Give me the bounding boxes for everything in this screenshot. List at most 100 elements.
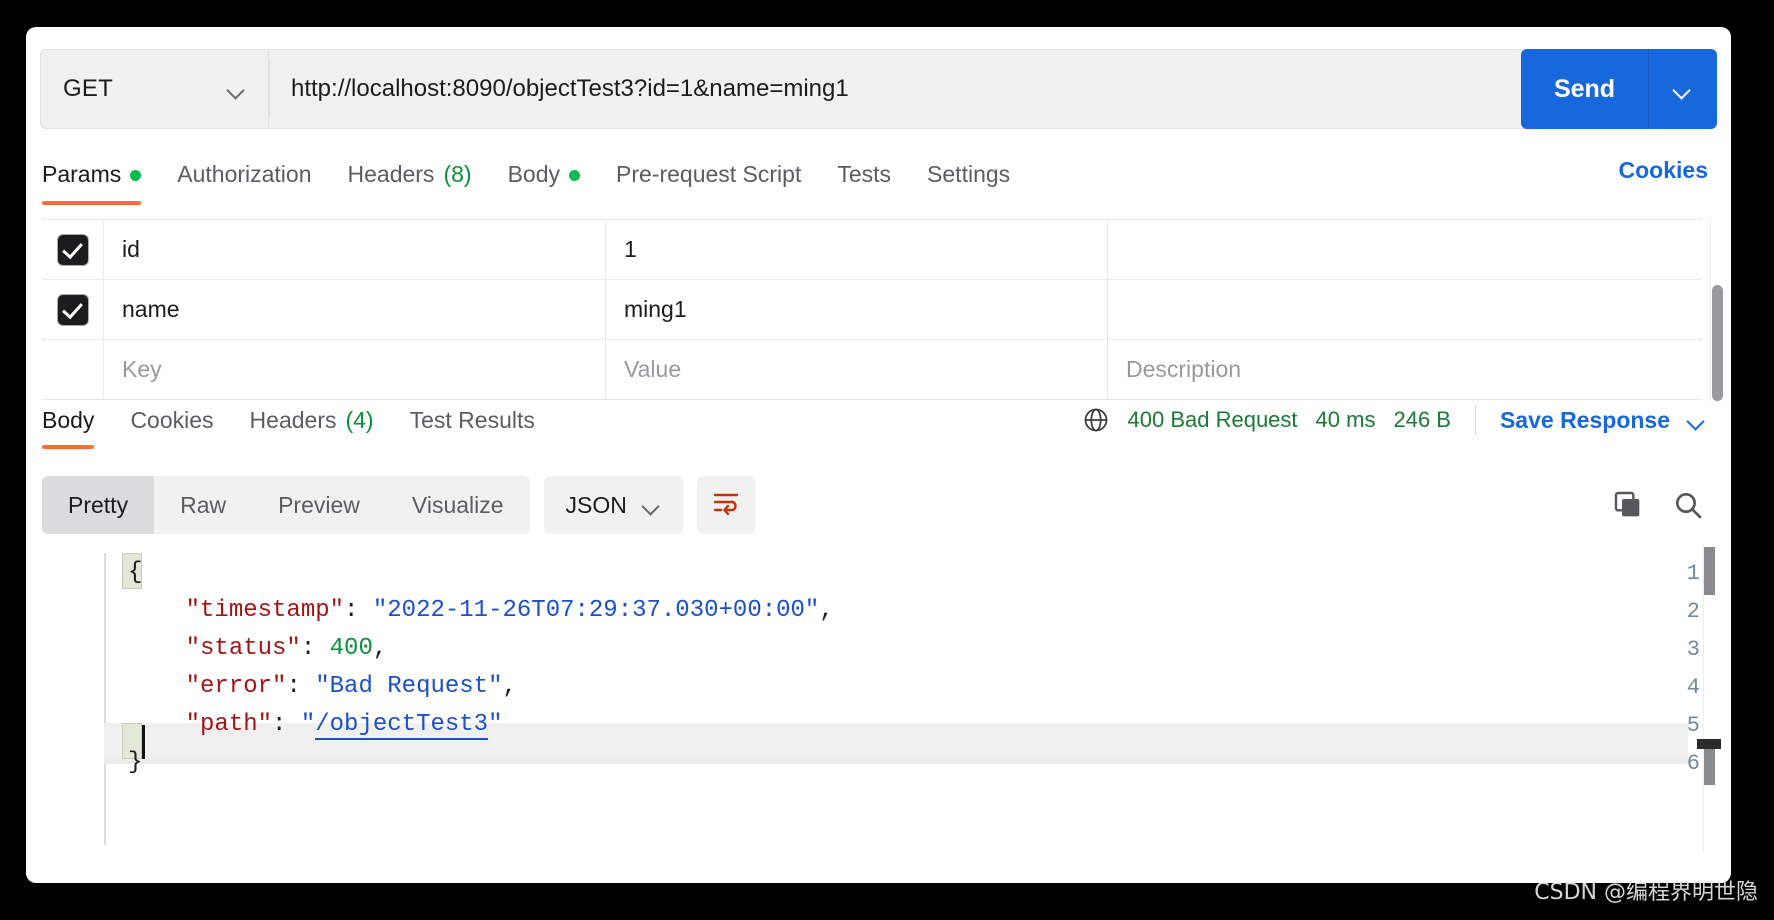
code-token: , (502, 673, 516, 700)
code-token: " (488, 711, 502, 738)
tab-body[interactable]: Body (490, 157, 598, 213)
tab-authorization[interactable]: Authorization (159, 157, 329, 213)
code-token: { (128, 559, 142, 586)
code-token: : (286, 673, 315, 700)
response-tab-test-results-label: Test Results (410, 407, 535, 434)
param-key-cell[interactable]: name (104, 280, 606, 339)
row-enabled-cell (42, 220, 104, 279)
code-line-1: { (128, 561, 142, 585)
copy-icon[interactable] (1612, 489, 1644, 521)
response-actions (1612, 489, 1714, 521)
send-button-group: Send (1521, 49, 1717, 129)
tab-headers-label: Headers (348, 161, 435, 188)
status-badge: 400 Bad Request (1128, 407, 1298, 433)
postman-window: GET http://localhost:8090/objectTest3?id… (26, 27, 1731, 883)
code-scrollbar-thumb[interactable] (1704, 547, 1715, 595)
code-token: "path" (128, 711, 272, 738)
param-value-cell[interactable]: ming1 (606, 280, 1108, 339)
row-enabled-cell (42, 280, 104, 339)
table-row-empty: Key Value Description (42, 340, 1702, 400)
params-scrollbar-track (1710, 219, 1711, 401)
search-icon[interactable] (1672, 489, 1704, 521)
response-time: 40 ms (1316, 407, 1376, 433)
response-tab-cookies[interactable]: Cookies (112, 403, 231, 457)
text-cursor (142, 725, 145, 759)
response-size: 246 B (1393, 407, 1451, 433)
tab-headers[interactable]: Headers (8) (330, 157, 490, 213)
tab-params-label: Params (42, 161, 121, 188)
http-method-select[interactable]: GET (40, 49, 268, 129)
code-line-2: "timestamp": "2022-11-26T07:29:37.030+00… (128, 599, 834, 623)
tab-body-label: Body (508, 161, 560, 188)
fold-guide-line (104, 553, 106, 845)
save-response-button[interactable]: Save Response (1500, 407, 1670, 434)
response-tab-test-results[interactable]: Test Results (392, 403, 553, 457)
code-token: /objectTest3 (315, 711, 488, 740)
code-line-4: "error": "Bad Request", (128, 675, 517, 699)
row-checkbox[interactable] (58, 235, 88, 265)
chevron-down-icon (643, 500, 661, 511)
code-scroll-marker (1697, 739, 1721, 749)
url-input[interactable]: http://localhost:8090/objectTest3?id=1&n… (268, 49, 1716, 129)
response-tab-body-label: Body (42, 407, 94, 434)
tab-settings-label: Settings (927, 161, 1010, 188)
response-body-code[interactable]: 1 2 3 4 5 6 { "timestamp": "2022-11-26T0… (42, 545, 1714, 853)
url-value: http://localhost:8090/objectTest3?id=1&n… (291, 75, 849, 103)
code-token: "timestamp" (128, 597, 344, 624)
param-value-input[interactable]: Value (606, 340, 1108, 399)
code-token: "error" (128, 673, 286, 700)
response-tab-headers-label: Headers (250, 407, 337, 434)
line-number: 2 (1687, 599, 1700, 624)
params-scrollbar-thumb[interactable] (1712, 285, 1723, 401)
code-token: 400 (330, 635, 373, 662)
request-tabs: Params Authorization Headers (8) Body Pr… (42, 157, 1714, 219)
table-row: id 1 (42, 220, 1702, 280)
view-mode-raw[interactable]: Raw (154, 476, 252, 534)
response-tab-headers-count: (4) (345, 407, 373, 434)
param-description-cell[interactable] (1108, 220, 1702, 279)
view-mode-preview[interactable]: Preview (252, 476, 386, 534)
send-button[interactable]: Send (1521, 49, 1649, 129)
code-token: : (301, 635, 330, 662)
row-checkbox[interactable] (58, 295, 88, 325)
wrap-text-icon (711, 490, 741, 521)
cookies-link[interactable]: Cookies (1619, 157, 1714, 184)
view-mode-visualize[interactable]: Visualize (386, 476, 530, 534)
wrap-lines-button[interactable] (697, 476, 755, 534)
code-token: : (272, 711, 301, 738)
body-format-select[interactable]: JSON (544, 476, 683, 534)
divider (1475, 405, 1476, 435)
watermark: CSDN @编程界明世隐 (1534, 874, 1758, 906)
chevron-down-icon (1674, 84, 1692, 95)
response-tab-body[interactable]: Body (42, 403, 112, 457)
tab-settings[interactable]: Settings (909, 157, 1028, 213)
send-options-button[interactable] (1649, 49, 1717, 129)
code-line-6: } (128, 751, 142, 775)
chevron-down-icon[interactable] (1688, 415, 1706, 426)
chevron-down-icon (228, 84, 246, 95)
param-key-cell[interactable]: id (104, 220, 606, 279)
line-number: 5 (1687, 713, 1700, 738)
response-tabs: Body Cookies Headers (4) Test Results (42, 403, 1714, 461)
tab-pre-request-script[interactable]: Pre-request Script (598, 157, 819, 213)
view-mode-pretty[interactable]: Pretty (42, 476, 154, 534)
modified-dot-icon (130, 170, 141, 181)
param-value-cell[interactable]: 1 (606, 220, 1108, 279)
param-description-cell[interactable] (1108, 280, 1702, 339)
tab-authorization-label: Authorization (177, 161, 311, 188)
param-key-input[interactable]: Key (104, 340, 606, 399)
response-tab-cookies-label: Cookies (130, 407, 213, 434)
table-row: name ming1 (42, 280, 1702, 340)
tab-tests[interactable]: Tests (819, 157, 909, 213)
code-scrollbar-thumb-lower[interactable] (1704, 749, 1715, 785)
request-url-row: GET http://localhost:8090/objectTest3?id… (40, 49, 1716, 129)
response-meta: 400 Bad Request 40 ms 246 B Save Respons… (1082, 405, 1714, 435)
globe-icon (1082, 406, 1110, 434)
param-description-input[interactable]: Description (1108, 340, 1702, 399)
tab-params[interactable]: Params (42, 157, 159, 213)
code-token: , (819, 597, 833, 624)
line-number-gutter (42, 545, 104, 853)
code-token: "status" (128, 635, 301, 662)
response-tab-headers[interactable]: Headers (4) (232, 403, 392, 457)
code-token: : (344, 597, 373, 624)
